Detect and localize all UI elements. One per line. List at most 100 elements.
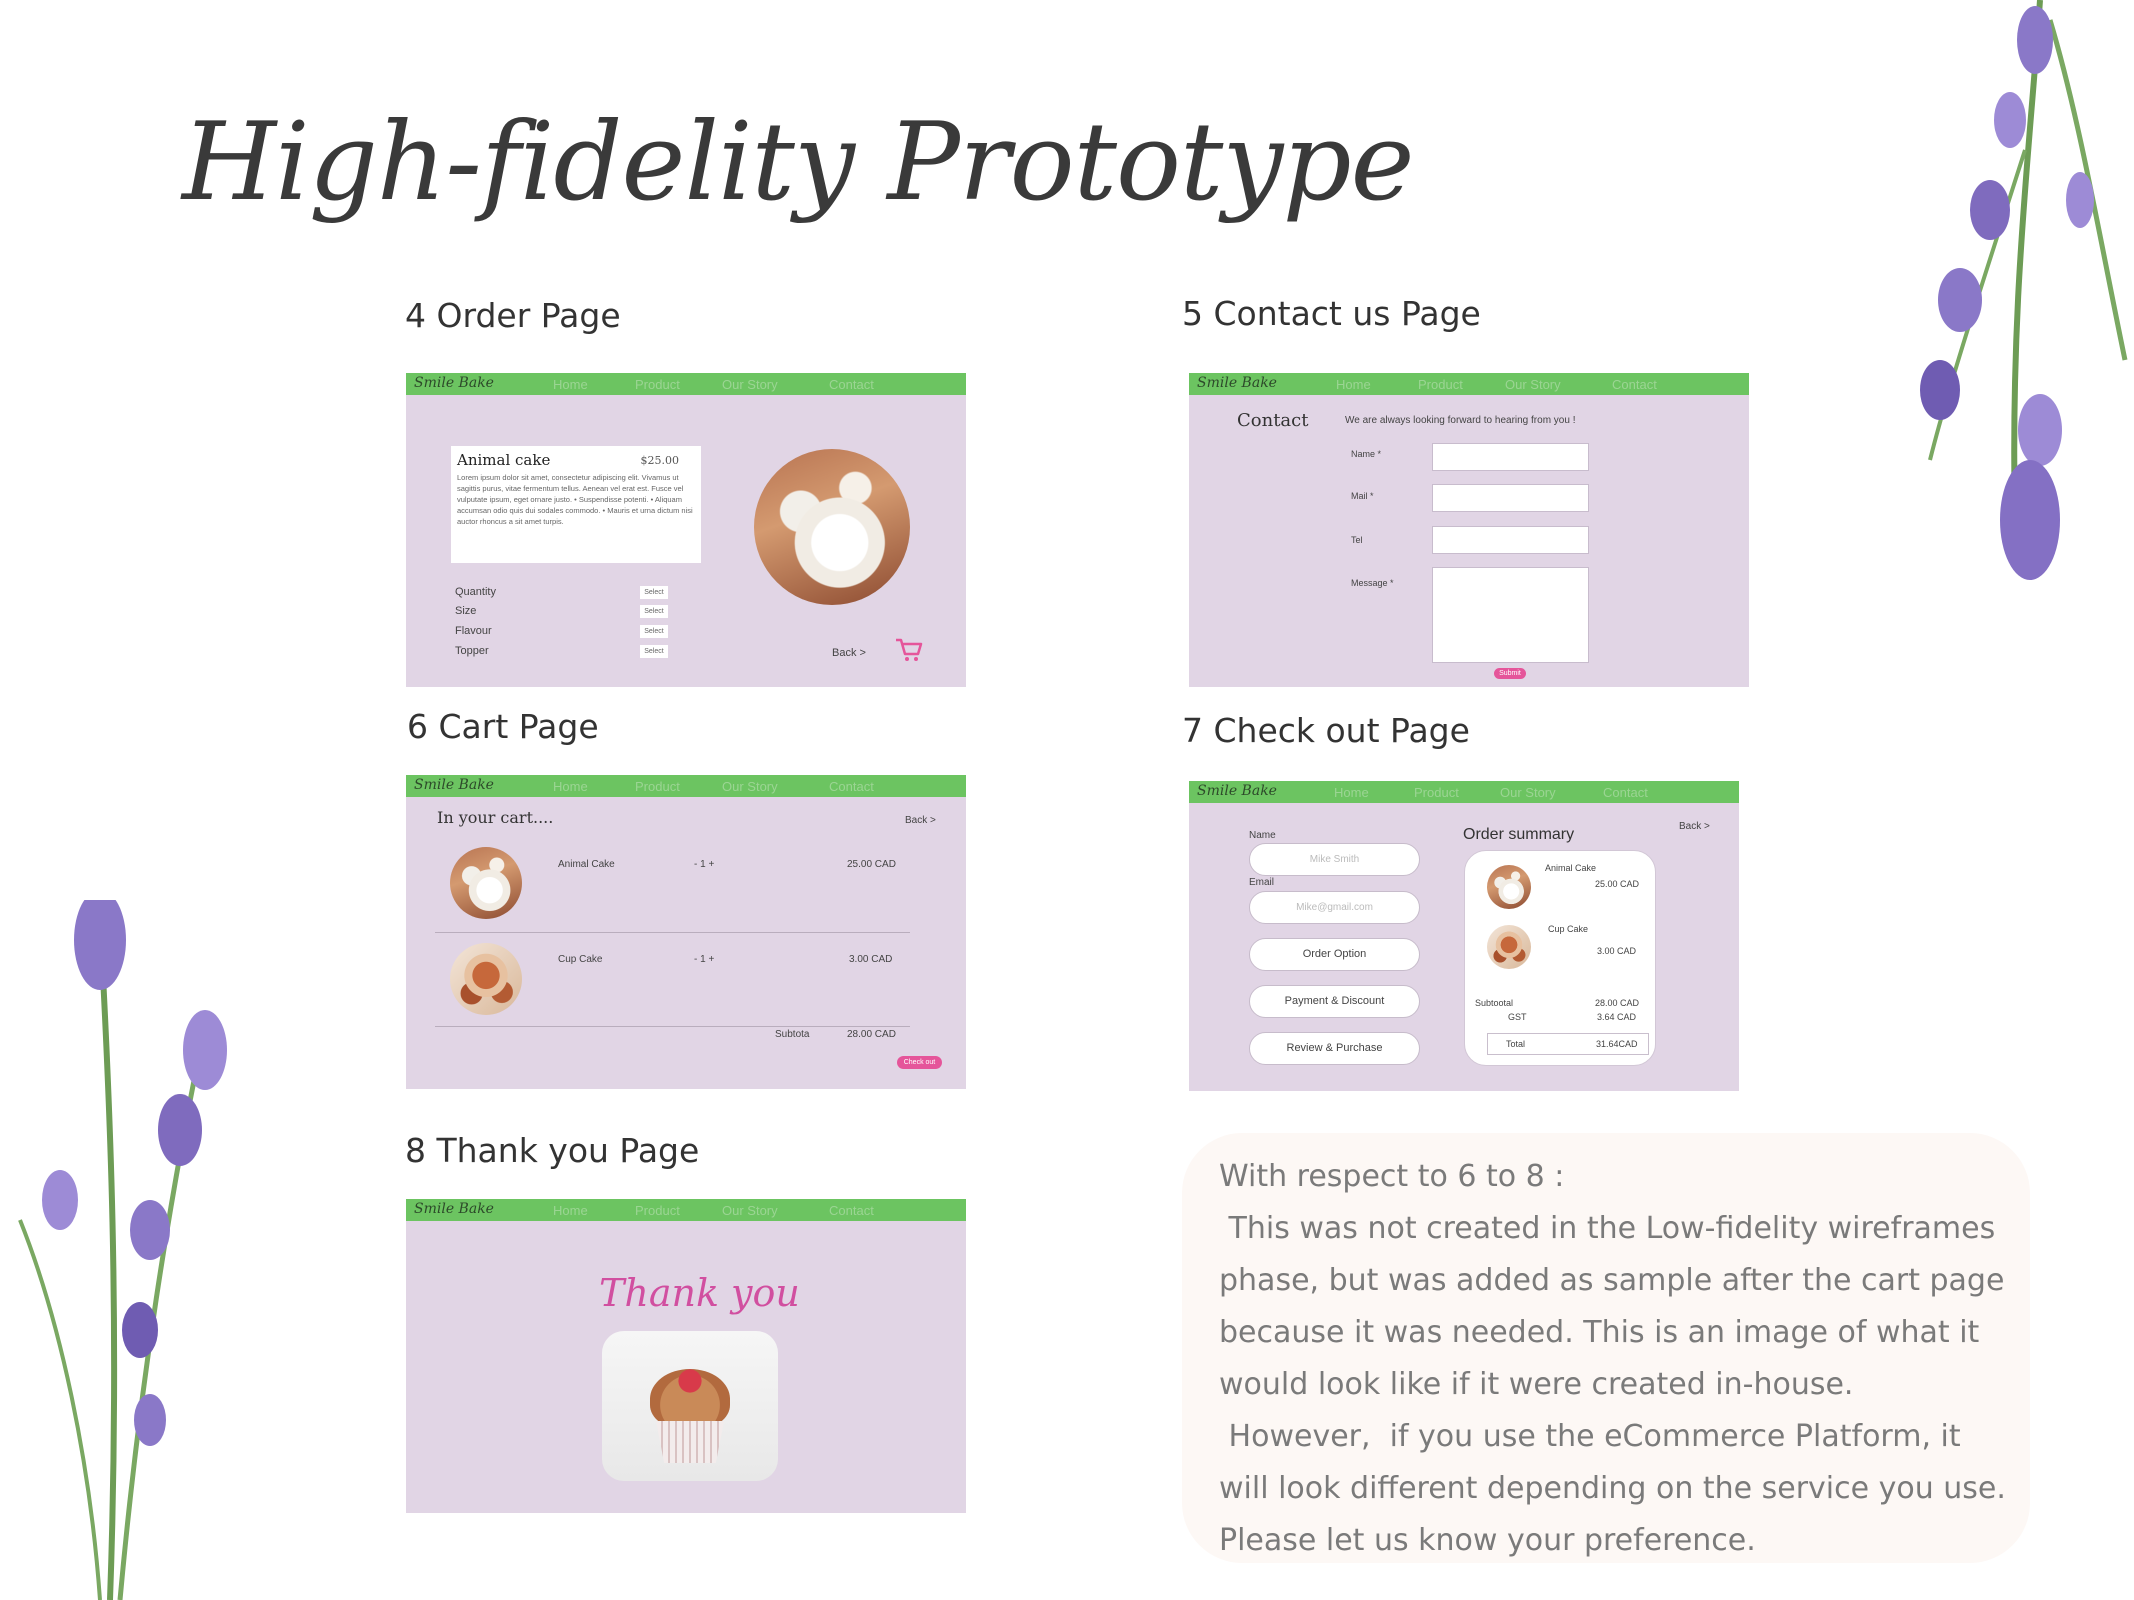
select-flavour[interactable]: Select	[640, 625, 668, 638]
summary-item-photo	[1487, 865, 1531, 909]
field-label-mail: Mail *	[1351, 491, 1374, 501]
total-row: Total 31.64CAD	[1487, 1033, 1649, 1055]
back-link[interactable]: Back >	[905, 815, 936, 826]
nav-our-story[interactable]: Our Story	[722, 1203, 778, 1218]
section-label-order: 4 Order Page	[405, 296, 621, 335]
product-photo	[754, 449, 910, 605]
option-label-quantity: Quantity	[455, 586, 496, 598]
cart-icon[interactable]	[894, 637, 924, 663]
total-label: Total	[1506, 1039, 1526, 1049]
back-link[interactable]: Back >	[832, 647, 866, 659]
nav-home[interactable]: Home	[1336, 377, 1371, 392]
quantity-stepper[interactable]: - 1 +	[694, 954, 714, 965]
field-label-tel: Tel	[1351, 535, 1363, 545]
gst-label: GST	[1508, 1012, 1527, 1022]
review-purchase-button[interactable]: Review & Purchase	[1249, 1032, 1420, 1065]
quantity-stepper[interactable]: - 1 +	[694, 859, 714, 870]
brand-logo[interactable]: Smile Bake	[1197, 375, 1277, 391]
message-textarea[interactable]	[1432, 567, 1589, 663]
checkout-page-mockup: Smile Bake Home Product Our Story Contac…	[1189, 781, 1739, 1091]
thankyou-heading: Thank you	[599, 1271, 800, 1315]
nav-bar: Smile Bake Home Product Our Story Contac…	[1189, 373, 1749, 395]
nav-product[interactable]: Product	[635, 1203, 680, 1218]
nav-home[interactable]: Home	[553, 1203, 588, 1218]
section-label-contact: 5 Contact us Page	[1182, 294, 1481, 333]
nav-product[interactable]: Product	[1414, 785, 1459, 800]
brand-logo[interactable]: Smile Bake	[414, 375, 494, 391]
nav-product[interactable]: Product	[1418, 377, 1463, 392]
field-label-message: Message *	[1351, 578, 1394, 588]
note-text: With respect to 6 to 8 : This was not cr…	[1219, 1159, 2006, 1558]
brand-logo[interactable]: Smile Bake	[1197, 783, 1277, 799]
nav-home[interactable]: Home	[553, 377, 588, 392]
nav-contact[interactable]: Contact	[829, 1203, 874, 1218]
payment-discount-button[interactable]: Payment & Discount	[1249, 985, 1420, 1018]
note-box: With respect to 6 to 8 : This was not cr…	[1182, 1133, 2030, 1563]
section-label-thankyou: 8 Thank you Page	[405, 1131, 700, 1170]
name-input[interactable]: Mike Smith	[1249, 843, 1420, 876]
gst-value: 3.64 CAD	[1597, 1012, 1637, 1022]
select-size[interactable]: Select	[640, 605, 668, 618]
nav-product[interactable]: Product	[635, 377, 680, 392]
total-value: 31.64CAD	[1596, 1039, 1638, 1049]
nav-home[interactable]: Home	[553, 779, 588, 794]
order-summary-title: Order summary	[1463, 826, 1575, 843]
nav-home[interactable]: Home	[1334, 785, 1369, 800]
nav-our-story[interactable]: Our Story	[1500, 785, 1556, 800]
nav-contact[interactable]: Contact	[829, 377, 874, 392]
section-label-checkout: 7 Check out Page	[1182, 711, 1470, 750]
name-input[interactable]	[1432, 443, 1589, 471]
nav-bar: Smile Bake Home Product Our Story Contac…	[406, 775, 966, 797]
nav-contact[interactable]: Contact	[829, 779, 874, 794]
name-label: Name	[1249, 830, 1276, 841]
checkout-button[interactable]: Check out	[897, 1056, 942, 1069]
summary-item-name: Animal Cake	[1545, 863, 1597, 873]
slide-title: High-fidelity Prototype	[182, 100, 1414, 225]
summary-item-price: 25.00 CAD	[1595, 879, 1640, 889]
cupcake-frosting	[650, 1369, 730, 1429]
select-topper[interactable]: Select	[640, 645, 668, 658]
nav-our-story[interactable]: Our Story	[1505, 377, 1561, 392]
nav-our-story[interactable]: Our Story	[722, 779, 778, 794]
brand-logo[interactable]: Smile Bake	[414, 777, 494, 793]
summary-item-photo	[1487, 925, 1531, 969]
brand-logo[interactable]: Smile Bake	[414, 1201, 494, 1217]
nav-contact[interactable]: Contact	[1612, 377, 1657, 392]
submit-button[interactable]: Submit	[1494, 668, 1526, 679]
summary-item-name: Cup Cake	[1548, 924, 1589, 934]
nav-bar: Smile Bake Home Product Our Story Contac…	[406, 1199, 966, 1221]
product-price: $25.00	[640, 454, 680, 467]
email-input[interactable]: Mike@gmail.com	[1249, 891, 1420, 924]
cupcake-photo	[602, 1331, 778, 1481]
select-quantity[interactable]: Select	[640, 586, 668, 599]
order-option-button[interactable]: Order Option	[1249, 938, 1420, 971]
option-label-flavour: Flavour	[455, 625, 492, 637]
thankyou-page-mockup: Smile Bake Home Product Our Story Contac…	[406, 1199, 966, 1513]
cart-item-name: Animal Cake	[558, 859, 615, 870]
mail-input[interactable]	[1432, 484, 1589, 512]
cart-item-photo	[450, 943, 522, 1015]
nav-our-story[interactable]: Our Story	[722, 377, 778, 392]
lavender-sprig-icon	[1920, 0, 2128, 580]
product-description-card: Animal cake $25.00 Lorem ipsum dolor sit…	[451, 446, 701, 563]
email-label: Email	[1249, 877, 1275, 888]
subtotal-label: Subtota	[775, 1029, 810, 1040]
back-link[interactable]: Back >	[1679, 821, 1710, 832]
cupcake-liner	[656, 1421, 724, 1463]
nav-bar: Smile Bake Home Product Our Story Contac…	[406, 373, 966, 395]
order-summary-box: Animal Cake 25.00 CAD Cup Cake 3.00 CAD …	[1464, 850, 1656, 1066]
subtotal-value: 28.00 CAD	[1595, 998, 1640, 1008]
contact-heading: Contact	[1237, 410, 1309, 431]
tel-input[interactable]	[1432, 526, 1589, 554]
divider	[435, 932, 910, 933]
cart-item-name: Cup Cake	[558, 954, 603, 965]
subtotal-value: 28.00 CAD	[847, 1029, 896, 1040]
summary-item-price: 3.00 CAD	[1597, 946, 1637, 956]
lavender-sprig-icon	[18, 900, 227, 1600]
cart-page-mockup: Smile Bake Home Product Our Story Contac…	[406, 775, 966, 1089]
nav-contact[interactable]: Contact	[1603, 785, 1648, 800]
cart-item-price: 3.00 CAD	[849, 954, 893, 965]
nav-bar: Smile Bake Home Product Our Story Contac…	[1189, 781, 1739, 803]
nav-product[interactable]: Product	[635, 779, 680, 794]
field-label-name: Name *	[1351, 449, 1382, 459]
